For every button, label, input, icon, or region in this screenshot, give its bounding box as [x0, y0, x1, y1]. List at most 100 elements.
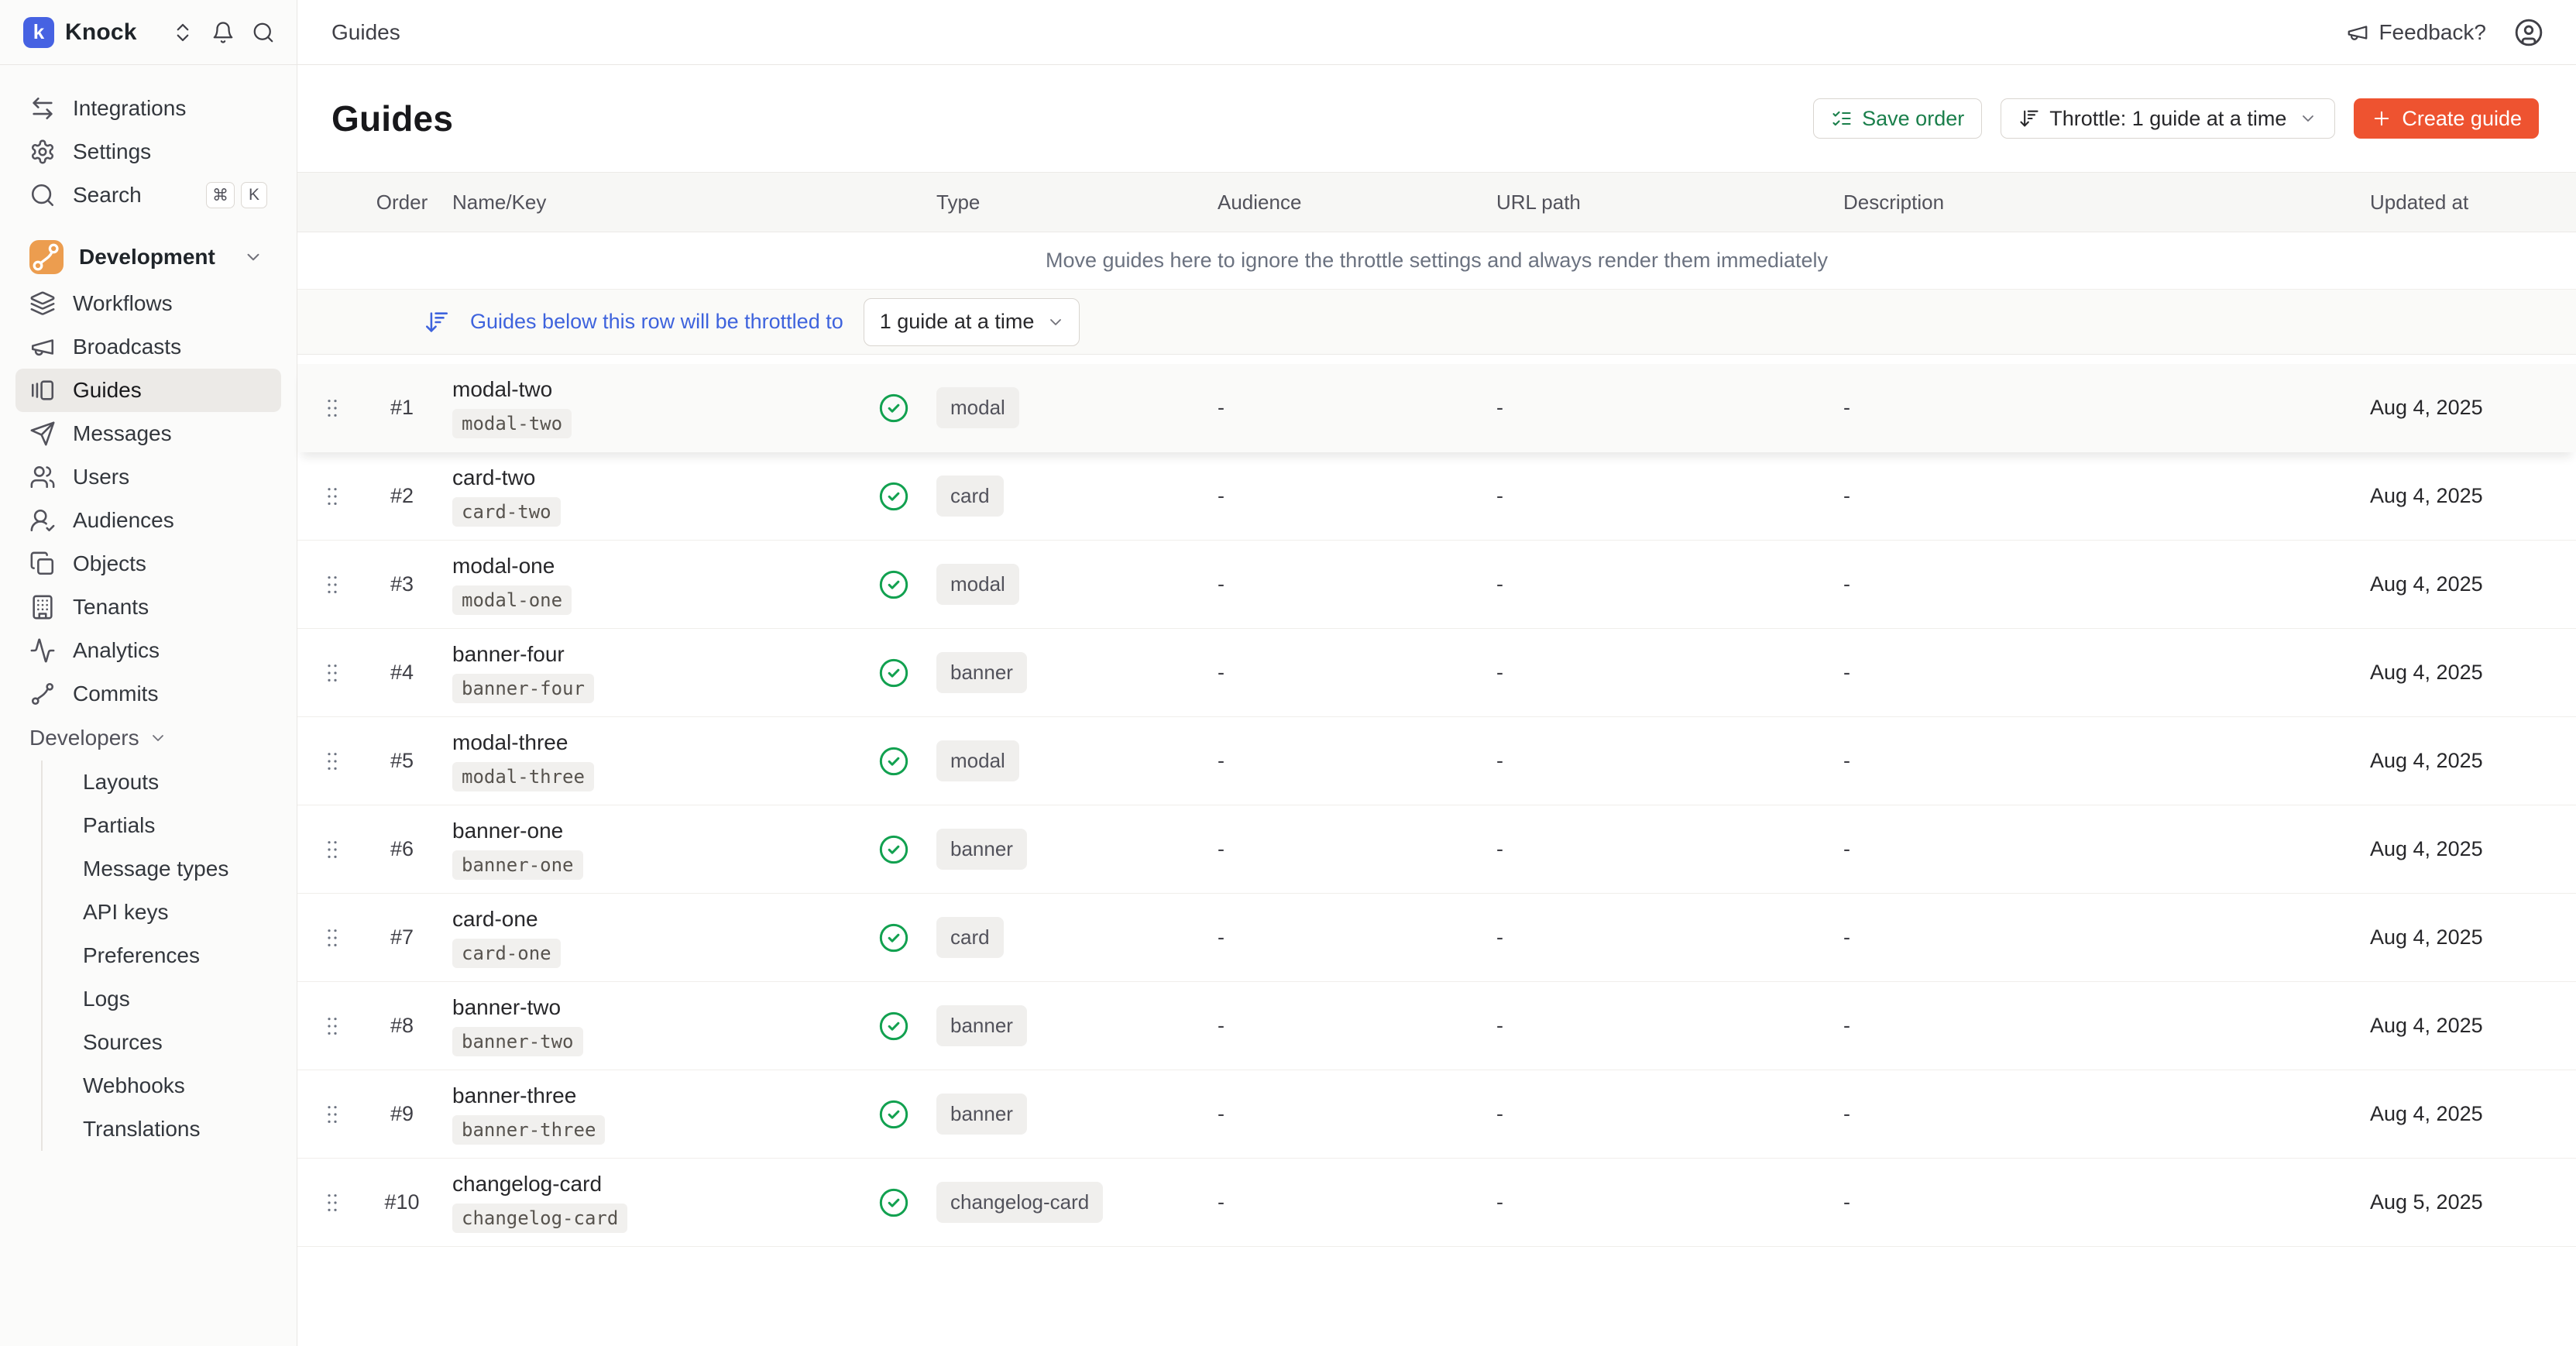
sidebar-section-developers[interactable]: Developers [15, 716, 281, 761]
user-avatar[interactable] [2514, 18, 2543, 47]
guide-description: - [1831, 572, 2358, 596]
sidebar-item-broadcasts[interactable]: Broadcasts [15, 325, 281, 369]
sidebar-item-integrations[interactable]: Integrations [15, 87, 281, 130]
sidebar-item-partials[interactable]: Partials [43, 804, 281, 847]
throttle-amount-value: 1 guide at a time [880, 310, 1035, 334]
guide-row-banner-two[interactable]: #8 banner-two banner-two banner - - - Au… [297, 982, 2576, 1070]
drag-handle-icon[interactable] [297, 572, 367, 597]
search-icon[interactable] [252, 21, 275, 44]
create-guide-button[interactable]: Create guide [2354, 98, 2539, 139]
drag-handle-icon[interactable] [297, 1102, 367, 1127]
guide-audience: - [1196, 749, 1475, 773]
guide-description: - [1831, 1102, 2358, 1126]
sidebar-item-messages[interactable]: Messages [15, 412, 281, 455]
notifications-bell-icon[interactable] [211, 21, 235, 44]
throttle-divider-row[interactable]: Guides below this row will be throttled … [297, 290, 2576, 355]
sidebar-item-sources[interactable]: Sources [43, 1021, 281, 1064]
sidebar-item-translations[interactable]: Translations [43, 1107, 281, 1151]
guide-name[interactable]: modal-three [452, 730, 568, 755]
guide-row-card-one[interactable]: #7 card-one card-one card - - - Aug 4, 2… [297, 894, 2576, 982]
guide-name[interactable]: card-one [452, 907, 538, 932]
guide-updated-at: Aug 5, 2025 [2358, 1190, 2576, 1214]
guide-row-modal-three[interactable]: #5 modal-three modal-three modal - - - A… [297, 717, 2576, 805]
sidebar-item-analytics[interactable]: Analytics [15, 629, 281, 672]
sidebar-item-tenants[interactable]: Tenants [15, 585, 281, 629]
guide-row-modal-one[interactable]: #3 modal-one modal-one modal - - - Aug 4… [297, 541, 2576, 629]
chevron-down-icon [2299, 109, 2317, 128]
throttle-divider-label[interactable]: Guides below this row will be throttled … [470, 310, 843, 334]
sidebar-item-logs[interactable]: Logs [43, 977, 281, 1021]
guide-url-path: - [1475, 749, 1831, 773]
sidebar-item-audiences[interactable]: Audiences [15, 499, 281, 542]
guide-row-banner-three[interactable]: #9 banner-three banner-three banner - - … [297, 1070, 2576, 1159]
guide-name[interactable]: banner-two [452, 995, 561, 1020]
guide-key-badge: modal-two [452, 409, 572, 438]
guide-row-banner-four[interactable]: #4 banner-four banner-four banner - - - … [297, 629, 2576, 717]
sidebar-item-commits[interactable]: Commits [15, 672, 281, 716]
guide-audience: - [1196, 925, 1475, 949]
workspace-switcher[interactable]: k Knock [0, 0, 297, 65]
sidebar-item-label: Commits [73, 682, 158, 706]
sidebar-item-api-keys[interactable]: API keys [43, 891, 281, 934]
chevron-down-icon [1046, 313, 1065, 331]
sort-desc-icon [424, 309, 450, 335]
guide-name[interactable]: banner-one [452, 819, 563, 843]
status-active-icon [871, 481, 917, 512]
drag-handle-icon[interactable] [297, 749, 367, 774]
guide-name[interactable]: modal-two [452, 377, 552, 402]
sidebar-item-preferences[interactable]: Preferences [43, 934, 281, 977]
environment-switcher[interactable]: Development [15, 232, 281, 282]
feedback-button[interactable]: Feedback? [2346, 20, 2486, 45]
sidebar-item-guides[interactable]: Guides [15, 369, 281, 412]
guide-type-badge: banner [936, 829, 1027, 870]
guide-description: - [1831, 837, 2358, 861]
drag-handle-icon[interactable] [297, 1190, 367, 1215]
drag-handle-icon[interactable] [297, 396, 367, 421]
sidebar-item-webhooks[interactable]: Webhooks [43, 1064, 281, 1107]
throttle-amount-select[interactable]: 1 guide at a time [864, 298, 1080, 346]
sidebar-item-search[interactable]: Search⌘K [15, 173, 281, 217]
throttle-dropdown-button[interactable]: Throttle: 1 guide at a time [2001, 98, 2335, 139]
guide-row-modal-two[interactable]: #1 modal-two modal-two modal - - - Aug 4… [297, 364, 2576, 452]
sidebar-item-users[interactable]: Users [15, 455, 281, 499]
guide-name[interactable]: card-two [452, 465, 535, 490]
drag-handle-icon[interactable] [297, 661, 367, 685]
sidebar-item-layouts[interactable]: Layouts [43, 761, 281, 804]
guide-row-changelog-card[interactable]: #10 changelog-card changelog-card change… [297, 1159, 2576, 1247]
guide-name[interactable]: modal-one [452, 554, 555, 579]
status-active-icon [871, 1011, 917, 1042]
guide-order: #5 [367, 749, 437, 773]
save-order-button[interactable]: Save order [1813, 98, 1982, 139]
guide-name[interactable]: banner-three [452, 1083, 576, 1108]
guide-updated-at: Aug 4, 2025 [2358, 749, 2576, 773]
guide-row-card-two[interactable]: #2 card-two card-two card - - - Aug 4, 2… [297, 452, 2576, 541]
unthrottled-drop-zone[interactable]: Move guides here to ignore the throttle … [297, 232, 2576, 290]
guide-type-badge: card [936, 476, 1004, 517]
guide-type-badge: banner [936, 1005, 1027, 1046]
workspace-name: Knock [65, 19, 137, 46]
drag-handle-icon[interactable] [297, 837, 367, 862]
breadcrumb[interactable]: Guides [331, 20, 400, 45]
guide-type-badge: card [936, 917, 1004, 958]
sidebar-item-label: Workflows [73, 291, 173, 316]
guide-key-badge: banner-two [452, 1027, 583, 1056]
shortcut-key: K [241, 182, 267, 208]
guide-name[interactable]: banner-four [452, 642, 565, 667]
environment-icon [29, 240, 64, 274]
sidebar-item-workflows[interactable]: Workflows [15, 282, 281, 325]
guide-url-path: - [1475, 837, 1831, 861]
guide-name[interactable]: changelog-card [452, 1172, 602, 1197]
guide-row-banner-one[interactable]: #6 banner-one banner-one banner - - - Au… [297, 805, 2576, 894]
sidebar-item-message-types[interactable]: Message types [43, 847, 281, 891]
developers-label: Developers [29, 726, 139, 750]
drag-handle-icon[interactable] [297, 484, 367, 509]
drag-handle-icon[interactable] [297, 1014, 367, 1039]
sidebar-item-objects[interactable]: Objects [15, 542, 281, 585]
sidebar-item-settings[interactable]: Settings [15, 130, 281, 173]
workspace-unfold-icon[interactable] [171, 21, 194, 44]
guide-url-path: - [1475, 484, 1831, 508]
drag-handle-icon[interactable] [297, 925, 367, 950]
unthrottled-hint-text: Move guides here to ignore the throttle … [1046, 249, 1828, 273]
table-header-row: Order Name/Key Type Audience URL path De… [297, 172, 2576, 232]
column-header-name-key: Name/Key [437, 191, 871, 215]
